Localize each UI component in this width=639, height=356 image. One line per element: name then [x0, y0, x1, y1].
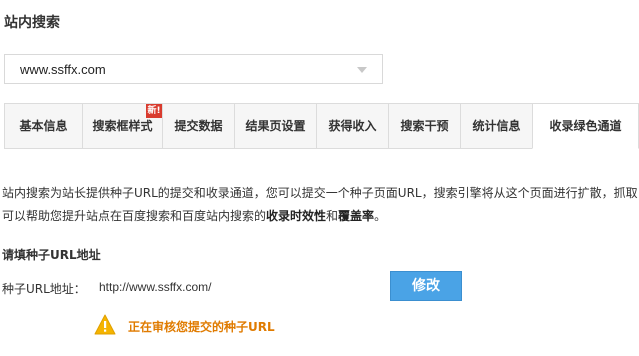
site-select-value: www.ssffx.com	[20, 62, 106, 77]
seed-url-label: 种子URL地址：	[2, 282, 86, 296]
description-line-2: 可以帮助您提升站点在百度搜索和百度站内搜索的收录时效性和覆盖率。	[2, 209, 387, 223]
warning-icon	[94, 314, 116, 335]
site-select[interactable]: www.ssffx.com	[4, 54, 383, 84]
seed-url-value: http://www.ssffx.com/	[99, 280, 212, 294]
tab-basic-info[interactable]: 基本信息	[4, 103, 82, 149]
tab-statistics[interactable]: 统计信息	[460, 103, 532, 149]
modify-button[interactable]: 修改	[390, 271, 462, 301]
new-badge: 新!	[146, 104, 162, 118]
tab-indexing-green-channel[interactable]: 收录绿色通道	[532, 103, 639, 149]
section-title: 请填种子URL地址	[2, 248, 101, 262]
status-text: 正在审核您提交的种子URL	[128, 320, 275, 334]
tab-get-income[interactable]: 获得收入	[316, 103, 388, 149]
description: 站内搜索为站长提供种子URL的提交和收录通道，您可以提交一个种子页面URL，搜索…	[2, 182, 639, 228]
description-line-1: 站内搜索为站长提供种子URL的提交和收录通道，您可以提交一个种子页面URL，搜索…	[2, 186, 638, 200]
tab-results-page-settings[interactable]: 结果页设置	[234, 103, 316, 149]
tab-search-box-style[interactable]: 搜索框样式 新!	[82, 103, 162, 149]
tab-bar: 基本信息 搜索框样式 新! 提交数据 结果页设置 获得收入 搜索干预 统计信息 收…	[4, 103, 639, 149]
page-title: 站内搜索	[4, 15, 60, 31]
tab-submit-data[interactable]: 提交数据	[162, 103, 234, 149]
chevron-down-icon[interactable]	[357, 67, 367, 73]
tab-search-intervention[interactable]: 搜索干预	[388, 103, 460, 149]
